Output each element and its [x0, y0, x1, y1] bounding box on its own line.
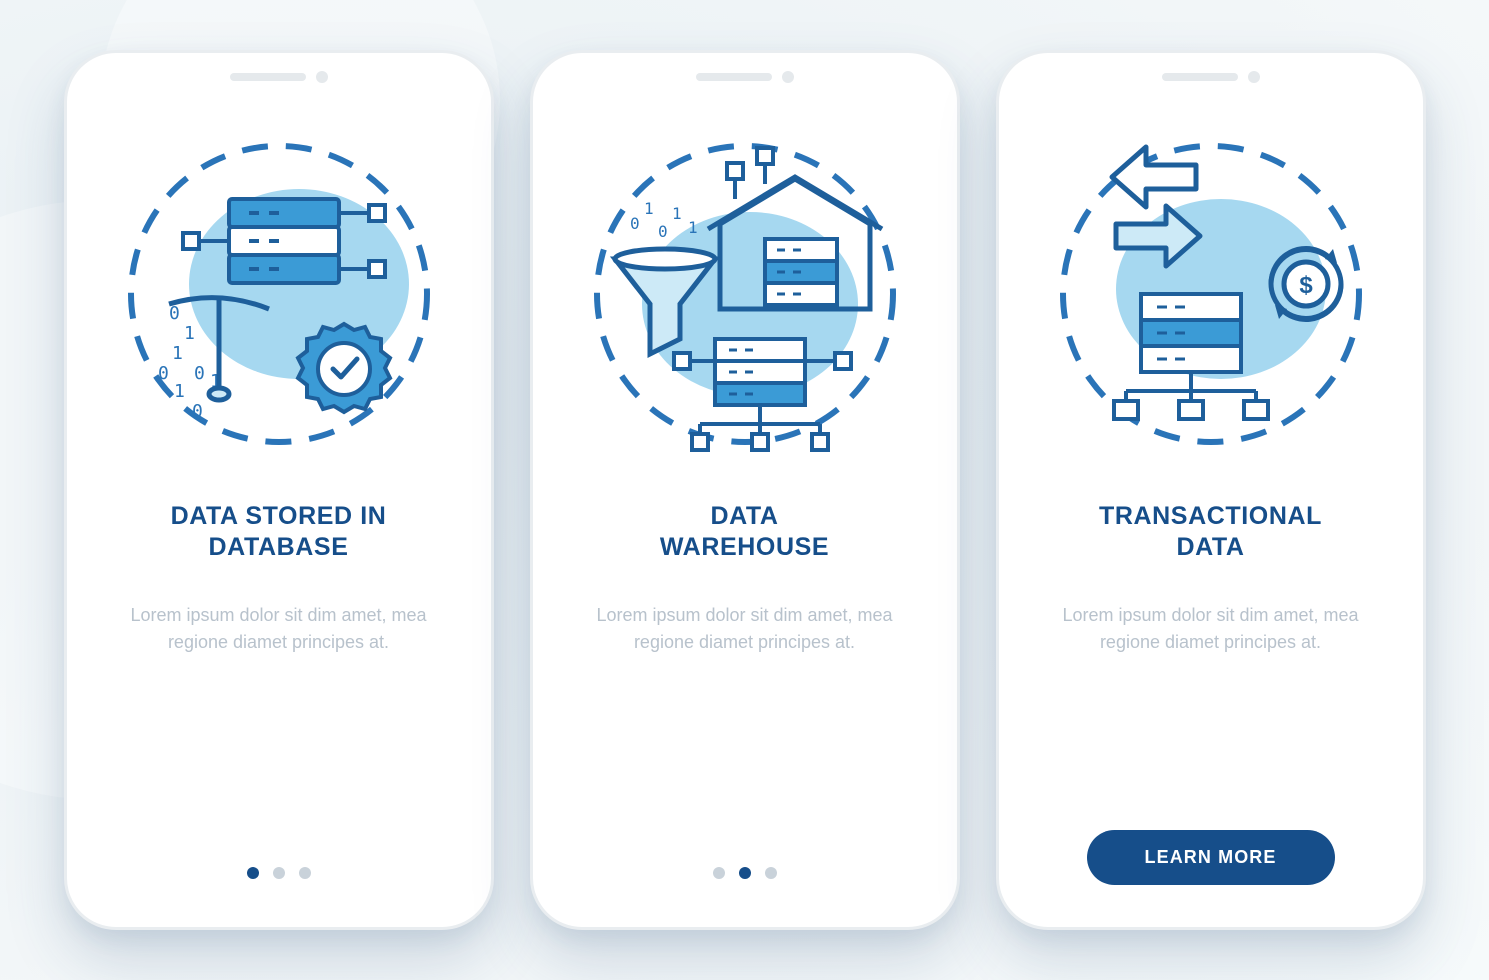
data-warehouse-icon: 010 11	[580, 129, 910, 459]
svg-text:1: 1	[644, 199, 654, 218]
onboarding-screen-3: $ TRANSACTIONAL DATA	[996, 50, 1426, 930]
svg-text:0: 0	[630, 214, 640, 233]
learn-more-button[interactable]: LEARN MORE	[1087, 830, 1335, 885]
database-storage-icon: 011 010 10	[114, 129, 444, 459]
svg-text:$: $	[1299, 272, 1313, 299]
phone-notch	[696, 71, 794, 83]
screen-title: DATA STORED IN DATABASE	[171, 501, 387, 564]
svg-text:1: 1	[184, 323, 195, 344]
phone-notch	[230, 71, 328, 83]
screen-description: Lorem ipsum dolor sit dim amet, mea regi…	[129, 602, 429, 658]
svg-text:1: 1	[688, 218, 698, 237]
pagination-dots	[247, 867, 311, 879]
pagination-dot-3[interactable]	[765, 867, 777, 879]
svg-text:0: 0	[194, 363, 205, 384]
screen-description: Lorem ipsum dolor sit dim amet, mea regi…	[595, 602, 895, 658]
pagination-dot-2[interactable]	[739, 867, 751, 879]
pagination-dot-2[interactable]	[273, 867, 285, 879]
svg-text:0: 0	[658, 222, 668, 241]
svg-text:1: 1	[172, 343, 183, 364]
onboarding-screen-1: 011 010 10 DATA STORED IN DATABASE Lorem…	[64, 50, 494, 930]
pagination-dot-3[interactable]	[299, 867, 311, 879]
screen-title: DATA WAREHOUSE	[660, 501, 829, 564]
onboarding-screen-2: 010 11	[530, 50, 960, 930]
svg-text:0: 0	[192, 401, 203, 422]
phone-notch	[1162, 71, 1260, 83]
svg-text:1: 1	[672, 204, 682, 223]
pagination-dots	[713, 867, 777, 879]
svg-text:1: 1	[174, 381, 185, 402]
screen-title: TRANSACTIONAL DATA	[1099, 501, 1322, 564]
pagination-dot-1[interactable]	[713, 867, 725, 879]
svg-text:0: 0	[158, 363, 169, 384]
screen-description: Lorem ipsum dolor sit dim amet, mea regi…	[1061, 602, 1361, 658]
pagination-dot-1[interactable]	[247, 867, 259, 879]
svg-text:0: 0	[169, 303, 180, 324]
transactional-data-icon: $	[1046, 129, 1376, 459]
